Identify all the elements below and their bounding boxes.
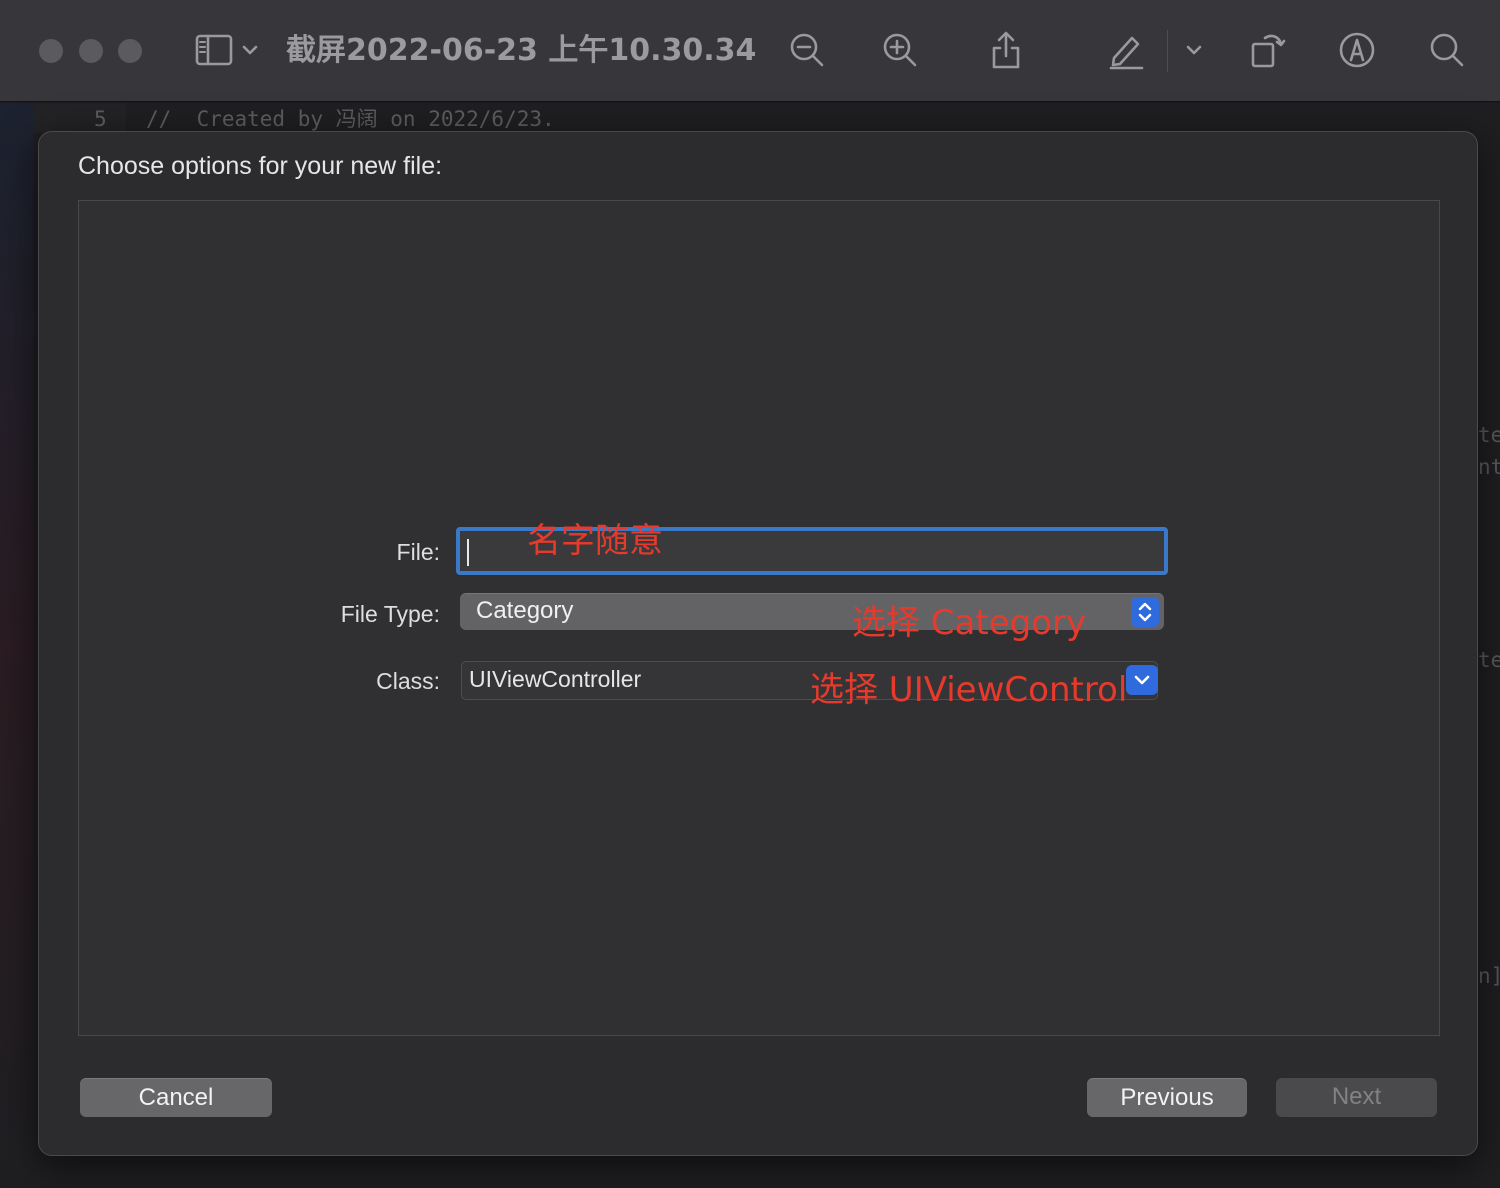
class-hint-annotation: 选择 UIViewControl [810,670,1128,710]
zoom-window-button[interactable] [118,39,142,63]
markup-pen-icon[interactable] [1104,28,1148,72]
annotate-icon[interactable] [1335,28,1379,72]
new-file-options-sheet: Choose options for your new file: File: … [38,131,1478,1156]
type-hint-annotation: 选择 Category [852,603,1087,643]
zoom-out-icon[interactable] [785,28,829,72]
file-type-value: Category [476,597,574,624]
minimize-window-button[interactable] [79,39,103,63]
search-icon[interactable] [1425,28,1469,72]
sheet-title: Choose options for your new file: [78,152,443,180]
options-panel: File: 名字随意 File Type: Category 选择 Catego… [78,200,1440,1036]
code-comment-line: // Created by 冯阔 on 2022/6/23. [146,107,555,131]
class-label: Class: [376,668,440,694]
cancel-button[interactable]: Cancel [80,1078,272,1117]
code-fragment: te [1478,648,1500,672]
line-gutter [34,103,126,133]
code-fragment: te [1478,423,1500,447]
previous-button[interactable]: Previous [1087,1078,1247,1117]
text-caret [467,539,469,566]
code-fragment: nt [1478,455,1500,479]
name-hint-annotation: 名字随意 [527,521,663,561]
markup-chevron-down-icon[interactable] [1174,28,1214,72]
up-down-chevron-icon[interactable] [1131,597,1159,627]
close-window-button[interactable] [39,39,63,63]
window-titlebar: 截屏2022-06-23 上午10.30.34 [0,0,1500,102]
chevron-down-icon[interactable] [230,28,270,72]
next-button[interactable]: Next [1276,1078,1437,1117]
file-type-label: File Type: [340,601,440,627]
file-label: File: [396,539,440,565]
desktop-edge [0,103,34,1188]
class-value: UIViewController [469,666,642,692]
class-dropdown-chevron-icon[interactable] [1126,665,1158,695]
line-number: 5 [94,107,107,131]
code-fragment: n] [1478,964,1500,988]
rotate-icon[interactable] [1245,28,1289,72]
toolbar-separator [1167,30,1168,72]
window-title: 截屏2022-06-23 上午10.30.34 [286,33,757,68]
share-icon[interactable] [984,28,1028,72]
zoom-in-icon[interactable] [878,28,922,72]
